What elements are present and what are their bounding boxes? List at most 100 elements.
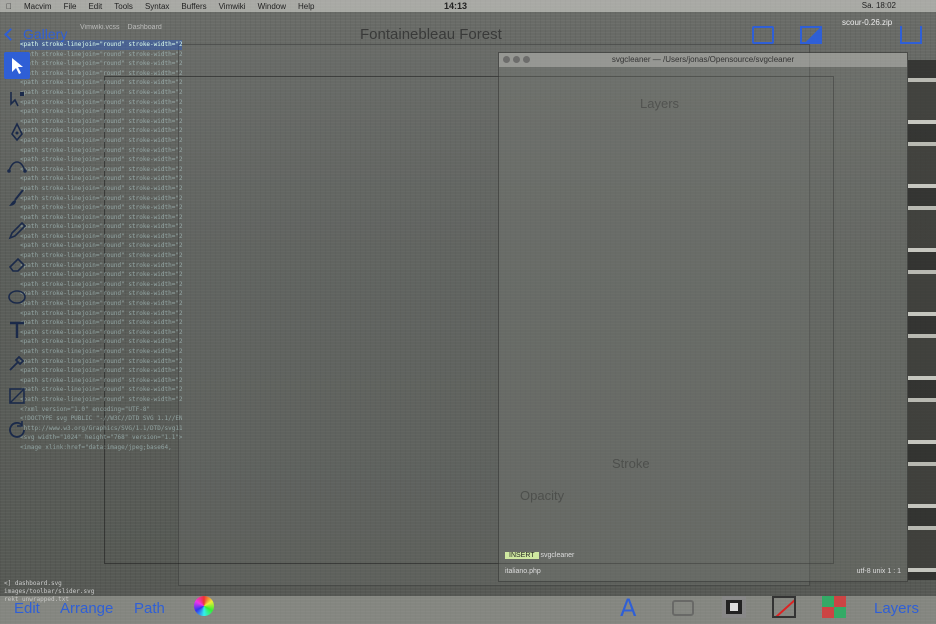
menubar-datetime: Sa. 18:02 [861,1,896,10]
window-title: svgcleaner — /Users/jonas/Opensource/svg… [499,53,907,67]
code-line: <path stroke-linejoin="round" stroke-wid… [20,127,182,135]
code-line: <path stroke-linejoin="round" stroke-wid… [20,69,182,77]
stroke-swatch-icon[interactable] [772,596,796,618]
code-line: <path stroke-linejoin="round" stroke-wid… [20,175,182,183]
code-line: <path stroke-linejoin="round" stroke-wid… [20,386,182,394]
tab-vimwiki[interactable]: Vimwiki.vcss [80,24,120,31]
code-editor[interactable]: <path stroke-linejoin="round" stroke-wid… [12,32,182,592]
window-controls [503,56,530,63]
layers-title: Layers [640,96,680,111]
pen-tool-icon[interactable] [4,118,30,145]
code-line: <path stroke-linejoin="round" stroke-wid… [20,232,182,240]
code-line: <!DOCTYPE svg PUBLIC "-//W3C//DTD SVG 1.… [20,415,182,423]
code-line: <path stroke-linejoin="round" stroke-wid… [20,60,182,68]
code-line: <path stroke-linejoin="round" stroke-wid… [20,271,182,279]
status-filename: svgcleaner [540,552,575,559]
arrange-menu-button[interactable]: Arrange [60,600,113,617]
code-line: <path stroke-linejoin="round" stroke-wid… [20,300,182,308]
code-line: <path stroke-linejoin="round" stroke-wid… [20,50,182,58]
layers-button[interactable]: Layers [874,600,919,617]
tool-palette [0,52,34,462]
fill-swatch-icon[interactable] [722,596,746,618]
eyedropper-tool-icon[interactable] [4,349,30,376]
menu-item-help[interactable]: Help [298,2,314,11]
menu-item-file[interactable]: File [64,2,77,11]
code-line: <path stroke-linejoin="round" stroke-wid… [20,108,182,116]
shadow-swatch-icon[interactable] [822,596,846,618]
code-line: "http://www.w3.org/Graphics/SVG/1.1/DTD/… [20,424,182,432]
code-line: <path stroke-linejoin="round" stroke-wid… [20,376,182,384]
image-import-icon[interactable] [800,26,822,44]
opacity-label: Opacity [520,488,565,503]
system-menubar:  Macvim File Edit Tools Syntax Buffers … [0,0,936,12]
pencil-tool-icon[interactable] [4,217,30,244]
mode-badge: INSERT [505,552,539,559]
apple-menu-icon[interactable]:  [6,2,12,11]
code-line: <path stroke-linejoin="round" stroke-wid… [20,338,182,346]
code-line: <path stroke-linejoin="round" stroke-wid… [20,252,182,260]
ellipse-tool-icon[interactable] [4,283,30,310]
camera-icon[interactable] [672,600,694,616]
code-line: <path stroke-linejoin="round" stroke-wid… [20,223,182,231]
code-line: <path stroke-linejoin="round" stroke-wid… [20,165,182,173]
share-icon[interactable] [900,26,922,44]
code-line: <path stroke-linejoin="round" stroke-wid… [20,328,182,336]
background-photo [908,60,936,580]
select-tool-icon[interactable] [4,52,30,79]
close-icon[interactable] [503,56,510,63]
code-line: <path stroke-linejoin="round" stroke-wid… [20,146,182,154]
code-line: <path stroke-linejoin="round" stroke-wid… [20,184,182,192]
code-line: <path stroke-linejoin="round" stroke-wid… [20,357,182,365]
desktop-file-label[interactable]: scour-0.26.zip [842,18,892,27]
node-tool-icon[interactable] [4,85,30,112]
editor-status-line: <] dashboard.svg [4,580,62,587]
editor-tabs: Vimwiki.vcss Dashboard [80,24,162,31]
status-encoding: utf-8 unix 1 : 1 [856,568,901,575]
menubar-clock: 14:13 [444,1,468,11]
stroke-label: Stroke [612,456,650,471]
vim-statusline: INSERT svgcleaner [505,552,574,559]
document-title[interactable]: Fontainebleau Forest [360,26,502,43]
color-wheel-icon[interactable] [194,596,214,616]
menu-item-edit[interactable]: Edit [88,2,102,11]
menu-item-window[interactable]: Window [258,2,286,11]
code-line: <path stroke-linejoin="round" stroke-wid… [20,98,182,106]
code-line: <path stroke-linejoin="round" stroke-wid… [20,395,182,403]
code-line: <path stroke-linejoin="round" stroke-wid… [20,309,182,317]
brush-tool-icon[interactable] [4,184,30,211]
code-line: <path stroke-linejoin="round" stroke-wid… [20,79,182,87]
rotate-tool-icon[interactable] [4,415,30,442]
font-style-icon[interactable]: A [620,594,636,622]
code-line: <path stroke-linejoin="round" stroke-wid… [20,156,182,164]
menu-item-vimwiki[interactable]: Vimwiki [219,2,246,11]
eraser-tool-icon[interactable] [4,250,30,277]
code-line: <path stroke-linejoin="round" stroke-wid… [20,213,182,221]
menu-item-macvim[interactable]: Macvim [24,2,52,11]
edit-menu-button[interactable]: Edit [14,600,40,617]
menu-item-syntax[interactable]: Syntax [145,2,169,11]
fullscreen-icon[interactable] [752,26,774,44]
code-line: <?xml version="1.0" encoding="UTF-8" [20,405,151,413]
path-menu-button[interactable]: Path [134,600,165,617]
code-line: <path stroke-linejoin="round" stroke-wid… [20,194,182,202]
code-line: <path stroke-linejoin="round" stroke-wid… [20,348,182,355]
crop-tool-icon[interactable] [4,382,30,409]
code-line: <image xlink:href="data:image/jpeg;base6… [20,443,172,451]
menu-item-tools[interactable]: Tools [114,2,133,11]
zoom-icon[interactable] [523,56,530,63]
gallery-back-button[interactable]: Gallery [4,26,67,42]
bezier-tool-icon[interactable] [4,151,30,178]
tab-dashboard[interactable]: Dashboard [128,24,162,31]
chevron-left-icon [4,27,17,41]
code-line: <path stroke-linejoin="round" stroke-wid… [20,204,182,212]
code-line: <path stroke-linejoin="round" stroke-wid… [20,136,182,144]
editor-status-line: images/toolbar/slider.svg [4,588,95,595]
extra-file: italiano.php [505,568,541,575]
code-line: <path stroke-linejoin="round" stroke-wid… [20,88,182,96]
text-tool-icon[interactable] [4,316,30,343]
code-line: <path stroke-linejoin="round" stroke-wid… [20,290,182,298]
menu-item-buffers[interactable]: Buffers [181,2,206,11]
minimize-icon[interactable] [513,56,520,63]
code-line: <path stroke-linejoin="round" stroke-wid… [20,117,182,125]
code-line: <path stroke-linejoin="round" stroke-wid… [20,367,182,375]
